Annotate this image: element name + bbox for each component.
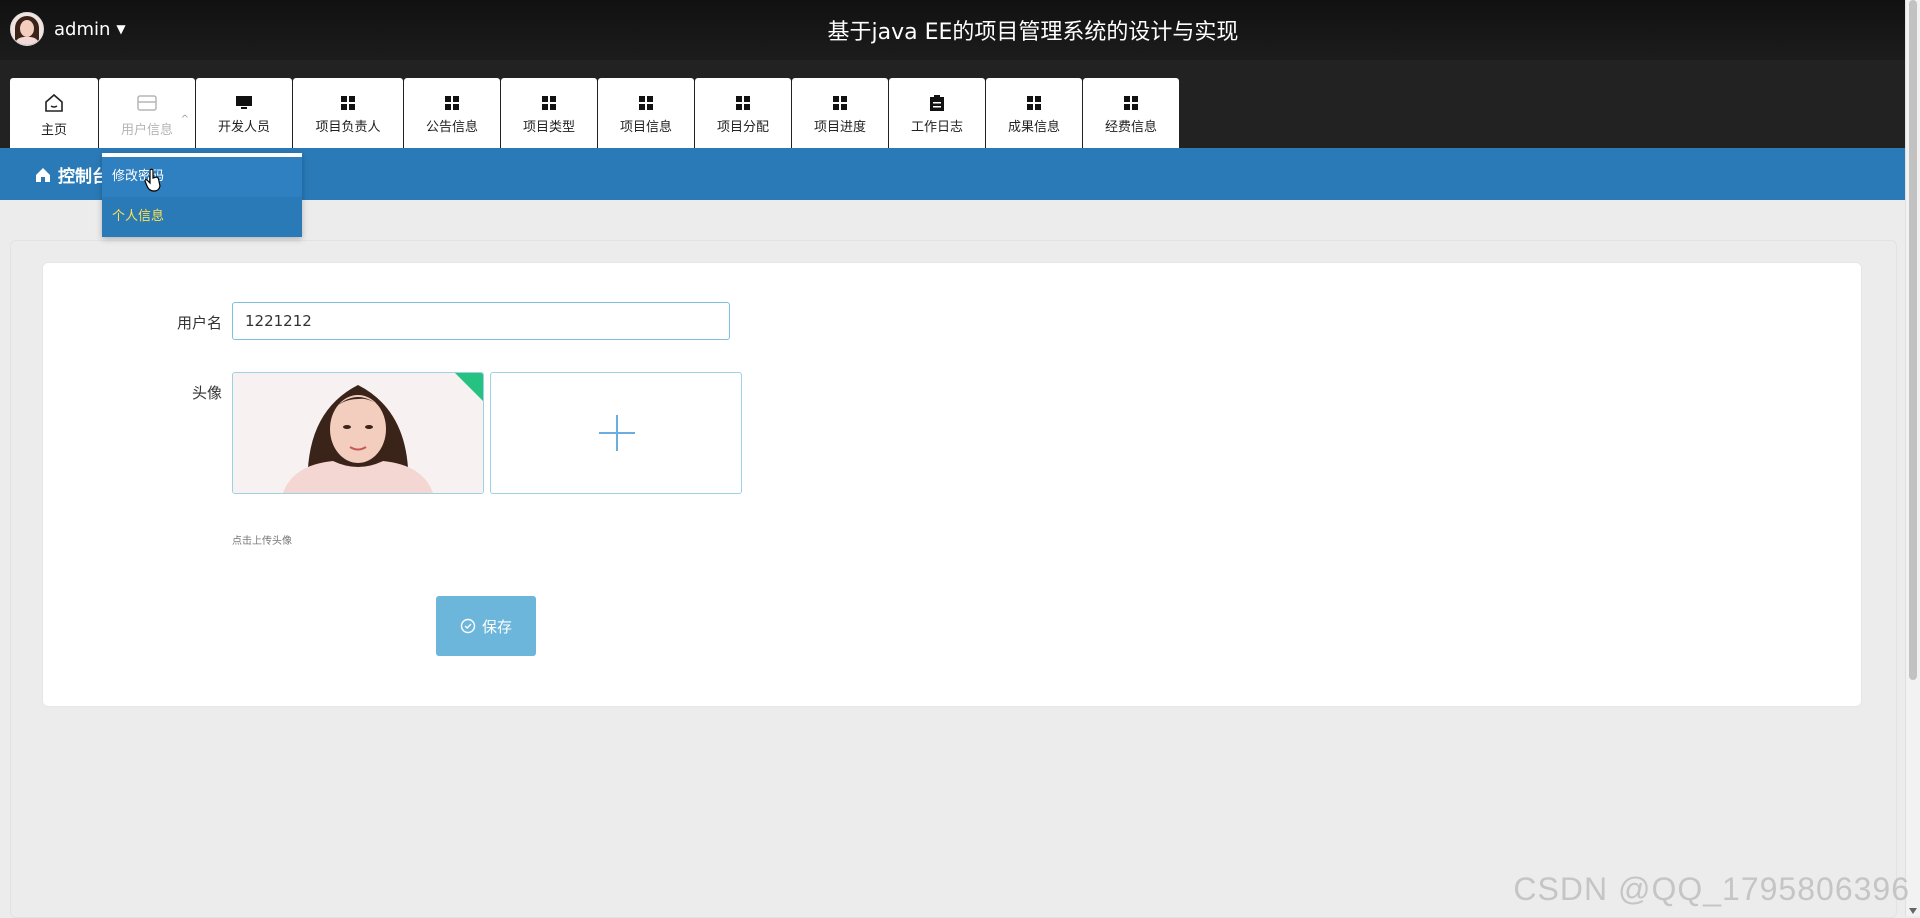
page-scrollbar[interactable] [1905, 0, 1920, 916]
app-title: 基于java EE的项目管理系统的设计与实现 [827, 20, 1239, 45]
grid-icon [341, 92, 355, 114]
avatar-label: 头像 [191, 384, 222, 402]
nav-item-label: 项目信息 [619, 119, 672, 135]
scrollbar-thumb[interactable] [1909, 0, 1917, 680]
nav-item-project-progress[interactable]: 项目进度 [792, 78, 888, 148]
grid-icon [445, 92, 459, 114]
save-button-label: 保存 [481, 617, 512, 636]
grid-icon [736, 92, 750, 114]
nav-item-label: 项目进度 [813, 119, 866, 135]
chevron-up-icon: ^ [180, 114, 189, 125]
nav-item-project-leaders[interactable]: 项目负责人 [293, 78, 403, 148]
nav-item-project-types[interactable]: 项目类型 [501, 78, 597, 148]
check-circle-icon [460, 618, 476, 634]
home-icon [44, 89, 64, 117]
nav-item-label: 项目负责人 [315, 119, 381, 135]
avatar-upload-button[interactable] [490, 372, 742, 494]
nav-item-label: 公告信息 [425, 119, 478, 135]
nav-item-label: 开发人员 [217, 119, 270, 135]
selected-badge [455, 373, 483, 401]
upload-hint: 点击上传头像 [232, 536, 292, 547]
nav-item-label: 用户信息 [120, 122, 173, 138]
nav-item-label: 经费信息 [1104, 119, 1157, 135]
watermark: CSDN @QQ_1795806396 [1513, 871, 1910, 907]
user-info-dropdown: 修改密码 个人信息 [102, 153, 302, 237]
nav-item-achievements[interactable]: 成果信息 [986, 78, 1082, 148]
nav-item-work-log[interactable]: 工作日志 [889, 78, 985, 148]
nav-item-project-assignment[interactable]: 项目分配 [695, 78, 791, 148]
nav-item-project-info[interactable]: 项目信息 [598, 78, 694, 148]
hand-cursor-icon [144, 168, 162, 196]
nav-item-user-info[interactable]: 用户信息 ^ [99, 78, 195, 148]
nav-item-label: 成果信息 [1007, 119, 1060, 135]
grid-icon [639, 92, 653, 114]
grid-icon [833, 92, 847, 114]
grid-icon [542, 92, 556, 114]
nav-item-label: 项目类型 [522, 119, 575, 135]
save-button[interactable]: 保存 [436, 596, 536, 656]
avatar-photo [233, 373, 483, 493]
username-field[interactable]: 1221212 [232, 302, 730, 340]
dropdown-item-change-password[interactable]: 修改密码 [102, 157, 302, 197]
main-nav: 主页 用户信息 ^ 开发人员 项目负责人 公告信息 项目类型 项目信息 项目分配… [10, 78, 1180, 148]
breadcrumb[interactable]: 控制台 [34, 162, 109, 187]
nav-item-label: 主页 [40, 122, 67, 138]
card-icon [136, 89, 158, 117]
home-icon [36, 167, 50, 182]
grid-icon [1124, 92, 1138, 114]
nav-item-funding[interactable]: 经费信息 [1083, 78, 1179, 148]
nav-item-label: 项目分配 [716, 119, 769, 135]
grid-icon [1027, 92, 1041, 114]
monitor-icon [236, 92, 252, 114]
nav-item-developers[interactable]: 开发人员 [196, 78, 292, 148]
nav-item-home[interactable]: 主页 [10, 78, 98, 148]
username-label: 用户名 [176, 314, 222, 332]
avatar-preview[interactable] [232, 372, 484, 494]
scroll-down-icon[interactable] [1909, 908, 1917, 914]
nav-item-label: 工作日志 [910, 119, 963, 135]
clipboard-icon [930, 92, 944, 114]
nav-item-announcements[interactable]: 公告信息 [404, 78, 500, 148]
top-bar: admin ▼ 基于java EE的项目管理系统的设计与实现 主页 用户信息 ^… [0, 0, 1906, 148]
dropdown-item-personal-info[interactable]: 个人信息 [102, 197, 302, 237]
header: admin ▼ 基于java EE的项目管理系统的设计与实现 [0, 0, 1906, 60]
